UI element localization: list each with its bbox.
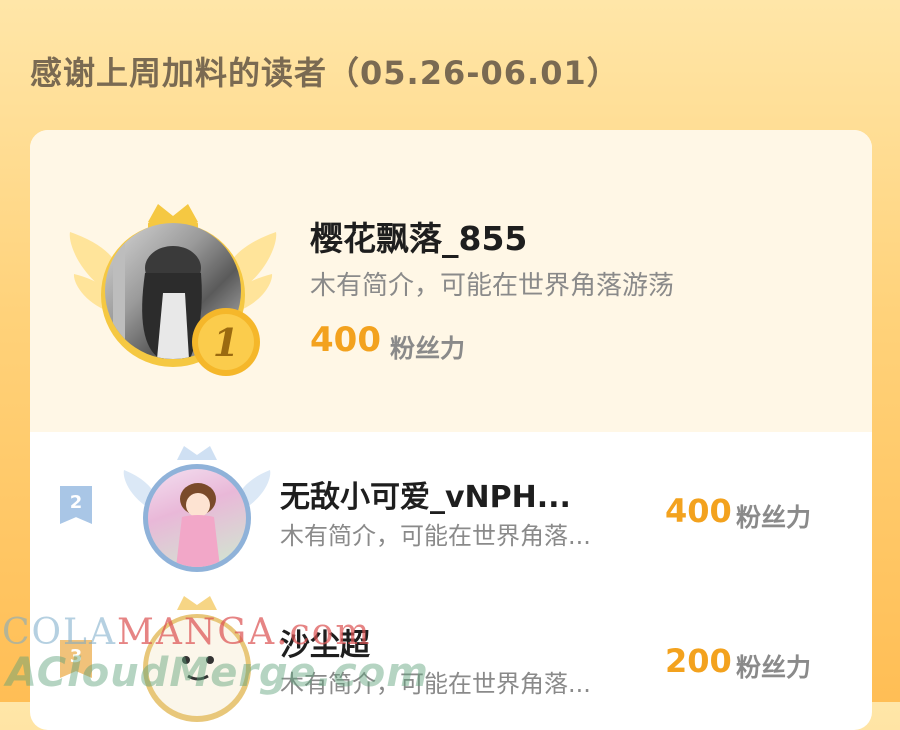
reader-bio: 木有简介，可能在世界角落游荡 [310,271,675,301]
avatar-image [176,483,220,567]
points-value: 200 [665,642,732,680]
watermark: COLAMANGA.com [2,612,372,653]
points-unit: 粉丝力 [736,653,812,682]
rank-1-medal-icon: 1 [192,308,260,376]
points-value: 400 [310,320,381,360]
watermark: ACloudMerge.com [6,650,429,696]
reader-name[interactable]: 无敌小可爱_vNPH... [280,472,571,516]
page-title: 感谢上周加料的读者（05.26-06.01） [30,54,620,92]
points-unit: 粉丝力 [390,334,466,363]
top-reader-section[interactable]: 1 樱花飘落_855 木有简介，可能在世界角落游荡 400 粉丝力 [30,130,872,432]
svg-text:1: 1 [213,320,239,365]
points-value: 400 [665,492,732,530]
list-item[interactable]: 2 无敌小可爱_vNPH... 木有简介，可能在世界角落... 400 粉丝力 [30,432,872,580]
points-unit: 粉丝力 [736,503,812,532]
avatar[interactable] [148,469,246,567]
reader-name[interactable]: 樱花飘落_855 [310,212,527,260]
reader-bio: 木有简介，可能在世界角落... [280,522,591,550]
rank-badge: 2 [60,486,92,524]
